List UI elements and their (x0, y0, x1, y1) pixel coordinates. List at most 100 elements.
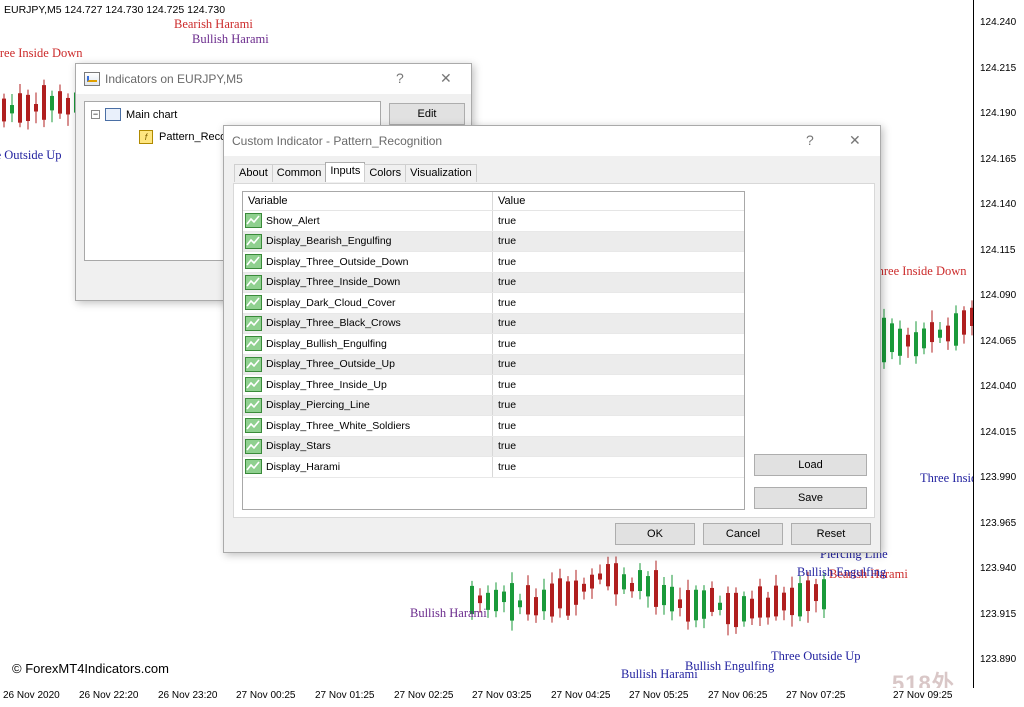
candle-body (750, 598, 754, 619)
param-row[interactable]: Display_Harami true (243, 457, 744, 478)
candle-body (678, 599, 682, 608)
param-row[interactable]: Display_Stars true (243, 436, 744, 457)
param-variable: Display_Harami (266, 460, 341, 473)
indicators-window-titlebar[interactable]: Indicators on EURJPY,M5 ? ✕ (76, 64, 471, 94)
inputs-table[interactable]: Variable Value Show_Alert true Display_Bea… (242, 191, 745, 510)
candle-body (606, 564, 610, 587)
load-button[interactable]: Load (754, 454, 867, 476)
column-header-value: Value (498, 195, 526, 207)
param-chart-icon (245, 213, 262, 229)
chart-annotation: Three Outside Up (0, 148, 62, 162)
cancel-button[interactable]: Cancel (703, 523, 783, 545)
candle-body (890, 323, 894, 353)
candle-body (702, 590, 706, 619)
param-value[interactable]: true (493, 399, 516, 411)
reset-button[interactable]: Reset (791, 523, 871, 545)
candle-body (2, 98, 6, 122)
time-tick-label: 27 Nov 07:25 (786, 690, 846, 701)
candle-body (882, 317, 886, 363)
candle-body (518, 600, 522, 608)
param-value[interactable]: true (493, 440, 516, 452)
candle-body (566, 581, 570, 616)
custom-indicator-titlebar[interactable]: Custom Indicator - Pattern_Recognition ?… (224, 126, 880, 156)
param-value[interactable]: true (493, 215, 516, 227)
tab-visualization[interactable]: Visualization (405, 164, 477, 182)
candle-body (478, 595, 482, 604)
param-row[interactable]: Display_Piercing_Line true (243, 395, 744, 416)
tree-node-main-chart[interactable]: − Main chart (91, 108, 177, 121)
param-chart-icon (245, 315, 262, 331)
tab-bar: About Common Inputs Colors Visualization (234, 162, 477, 183)
param-row[interactable]: Display_Dark_Cloud_Cover true (243, 293, 744, 314)
candle-body (50, 95, 54, 111)
chart-annotation: Bullish Engulfing (797, 565, 887, 579)
candle-body (814, 584, 818, 602)
tab-inputs[interactable]: Inputs (325, 162, 366, 182)
time-tick-label: 27 Nov 03:25 (472, 690, 532, 701)
price-tick-label: 124.215 (980, 62, 1017, 74)
param-row[interactable]: Display_Three_Inside_Up true (243, 375, 744, 396)
param-value[interactable]: true (493, 338, 516, 350)
chart-annotation: Bearish Harami (174, 17, 253, 31)
param-row[interactable]: Display_Three_Outside_Down true (243, 252, 744, 273)
param-value[interactable]: true (493, 256, 516, 268)
candle-body (582, 583, 586, 592)
param-value[interactable]: true (493, 379, 516, 391)
chart-annotation: Three Inside Down (0, 46, 83, 60)
close-icon[interactable]: ✕ (440, 70, 452, 87)
param-row[interactable]: Display_Bullish_Engulfing true (243, 334, 744, 355)
candle-body (822, 579, 826, 610)
param-value[interactable]: true (493, 317, 516, 329)
param-row[interactable]: Display_Three_Black_Crows true (243, 313, 744, 334)
help-icon[interactable]: ? (806, 132, 814, 148)
candle-body (542, 589, 546, 612)
tab-colors[interactable]: Colors (364, 164, 407, 182)
param-value[interactable]: true (493, 235, 516, 247)
candle-body (766, 597, 770, 618)
candle-body (726, 592, 730, 625)
price-tick-label: 124.090 (980, 290, 1017, 301)
price-tick-label: 123.990 (980, 472, 1017, 483)
param-row[interactable]: Show_Alert true (243, 211, 744, 232)
candle-body (806, 580, 810, 612)
time-tick-label: 26 Nov 23:20 (158, 690, 218, 701)
candle-body (510, 583, 514, 621)
collapse-icon[interactable]: − (91, 110, 100, 119)
param-variable-cell: Display_Three_Black_Crows (243, 313, 493, 333)
candle-body (502, 591, 506, 603)
param-chart-icon (245, 397, 262, 413)
param-row[interactable]: Display_Three_Inside_Down true (243, 272, 744, 293)
save-button[interactable]: Save (754, 487, 867, 509)
close-icon[interactable]: ✕ (849, 132, 861, 149)
param-value[interactable]: true (493, 461, 516, 473)
param-row[interactable]: Display_Bearish_Engulfing true (243, 231, 744, 252)
inputs-table-body: Show_Alert true Display_Bearish_Engulfing t… (243, 211, 744, 478)
candle-body (638, 570, 642, 592)
param-variable-cell: Display_Three_White_Soldiers (243, 416, 493, 436)
candle-body (574, 580, 578, 605)
price-tick-label: 123.890 (980, 654, 1017, 665)
param-value[interactable]: true (493, 276, 516, 288)
param-variable-cell: Display_Three_Outside_Down (243, 252, 493, 272)
price-tick-label: 124.240 (980, 17, 1017, 28)
edit-button[interactable]: Edit (389, 103, 465, 125)
price-tick-label: 124.140 (980, 199, 1017, 210)
param-chart-icon (245, 438, 262, 454)
candle-body (18, 93, 22, 123)
candle-body (558, 578, 562, 609)
inputs-panel: Variable Value Show_Alert true Display_Bea… (233, 183, 875, 518)
param-value[interactable]: true (493, 297, 516, 309)
candle-body (954, 313, 958, 346)
chart-window-icon (105, 108, 121, 121)
param-value[interactable]: true (493, 358, 516, 370)
tab-about[interactable]: About (234, 164, 273, 182)
candle-body (614, 563, 618, 595)
tab-common[interactable]: Common (271, 164, 327, 182)
candle-body (646, 576, 650, 597)
param-row[interactable]: Display_Three_White_Soldiers true (243, 416, 744, 437)
param-row[interactable]: Display_Three_Outside_Up true (243, 354, 744, 375)
price-tick-label: 124.165 (980, 153, 1017, 165)
ok-button[interactable]: OK (615, 523, 695, 545)
help-icon[interactable]: ? (396, 70, 404, 86)
param-value[interactable]: true (493, 420, 516, 432)
